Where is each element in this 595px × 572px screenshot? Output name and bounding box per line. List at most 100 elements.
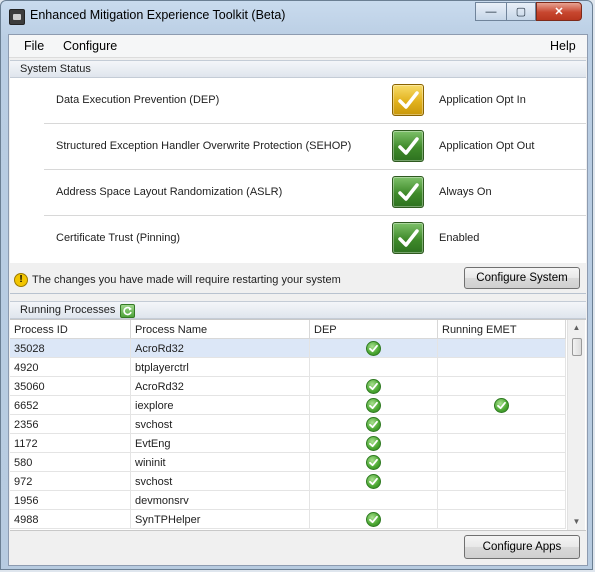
- feature-label: Address Space Layout Randomization (ASLR…: [56, 186, 283, 198]
- process-name-cell: devmonsrv: [131, 491, 310, 510]
- feature-label: Certificate Trust (Pinning): [56, 232, 181, 244]
- running-emet-cell: [438, 491, 566, 510]
- status-value: Enabled: [439, 232, 480, 244]
- process-id-cell: 4988: [10, 510, 131, 529]
- table-row[interactable]: 6652 iexplore: [10, 396, 566, 415]
- process-name-cell: SynTPHelper: [131, 510, 310, 529]
- check-icon[interactable]: [392, 84, 424, 116]
- column-header-dep[interactable]: DEP: [310, 320, 438, 339]
- minimize-button[interactable]: —: [475, 2, 507, 21]
- window-title: Enhanced Mitigation Experience Toolkit (…: [30, 8, 286, 22]
- running-emet-cell: [438, 415, 566, 434]
- process-id-cell: 35028: [10, 339, 131, 358]
- maximize-button[interactable]: ▢: [506, 2, 536, 21]
- process-table: Process ID Process Name DEP Running EMET…: [10, 319, 586, 531]
- scroll-up-arrow[interactable]: ▲: [568, 320, 585, 336]
- refresh-icon[interactable]: [120, 304, 135, 318]
- process-name-cell: btplayerctrl: [131, 358, 310, 377]
- menu-help[interactable]: Help: [550, 39, 576, 53]
- menu-configure[interactable]: Configure: [63, 39, 117, 53]
- process-name-cell: AcroRd32: [131, 339, 310, 358]
- dep-cell: [310, 434, 438, 453]
- feature-label: Structured Exception Handler Overwrite P…: [56, 140, 352, 152]
- process-id-cell: 1956: [10, 491, 131, 510]
- app-window: Enhanced Mitigation Experience Toolkit (…: [0, 0, 593, 570]
- process-id-cell: 972: [10, 472, 131, 491]
- running-emet-cell: [438, 358, 566, 377]
- status-value: Application Opt Out: [439, 140, 535, 152]
- status-value: Application Opt In: [439, 94, 526, 106]
- process-id-cell: 4920: [10, 358, 131, 377]
- status-row-dep: Data Execution Prevention (DEP) Applicat…: [44, 78, 586, 124]
- check-icon: [366, 436, 381, 451]
- running-emet-cell: [438, 510, 566, 529]
- status-value: Always On: [439, 186, 492, 198]
- table-row[interactable]: 35028 AcroRd32: [10, 339, 566, 358]
- status-row-pinning: Certificate Trust (Pinning) Enabled: [44, 216, 586, 262]
- running-processes-title: Running Processes: [20, 304, 116, 316]
- system-status-title: System Status: [20, 63, 91, 75]
- menu-bar: File Configure Help: [9, 35, 587, 58]
- scroll-thumb[interactable]: [572, 338, 582, 356]
- dep-cell: [310, 339, 438, 358]
- emet-app-icon[interactable]: [9, 9, 25, 25]
- table-row[interactable]: 4988 SynTPHelper: [10, 510, 566, 529]
- table-row[interactable]: 1956 devmonsrv: [10, 491, 566, 510]
- dep-cell: [310, 453, 438, 472]
- dep-cell: [310, 415, 438, 434]
- running-emet-cell: [438, 472, 566, 491]
- check-icon: [366, 474, 381, 489]
- check-icon: [366, 379, 381, 394]
- restart-notice: The changes you have made will require r…: [32, 274, 341, 286]
- system-status-panel: Data Execution Prevention (DEP) Applicat…: [10, 78, 586, 263]
- check-icon: [494, 398, 509, 413]
- dep-cell: [310, 358, 438, 377]
- close-button[interactable]: ✕: [536, 2, 582, 21]
- dep-cell: [310, 491, 438, 510]
- process-name-cell: svchost: [131, 472, 310, 491]
- table-row[interactable]: 1172 EvtEng: [10, 434, 566, 453]
- status-row-sehop: Structured Exception Handler Overwrite P…: [44, 124, 586, 170]
- configure-system-button[interactable]: Configure System: [464, 267, 580, 289]
- check-icon: [366, 341, 381, 356]
- process-name-cell: iexplore: [131, 396, 310, 415]
- feature-label: Data Execution Prevention (DEP): [56, 94, 220, 106]
- check-icon: [366, 512, 381, 527]
- table-row[interactable]: 35060 AcroRd32: [10, 377, 566, 396]
- process-name-cell: AcroRd32: [131, 377, 310, 396]
- dep-cell: [310, 377, 438, 396]
- check-icon[interactable]: [392, 130, 424, 162]
- status-row-aslr: Address Space Layout Randomization (ASLR…: [44, 170, 586, 216]
- check-icon: [366, 455, 381, 470]
- title-bar[interactable]: Enhanced Mitigation Experience Toolkit (…: [1, 1, 594, 31]
- table-row[interactable]: 972 svchost: [10, 472, 566, 491]
- running-emet-cell: [438, 453, 566, 472]
- process-name-cell: svchost: [131, 415, 310, 434]
- system-status-header: System Status: [10, 60, 586, 78]
- process-table-scrollbar[interactable]: ▲ ▼: [567, 320, 585, 530]
- menu-file[interactable]: File: [24, 39, 44, 53]
- check-icon[interactable]: [392, 222, 424, 254]
- configure-apps-button[interactable]: Configure Apps: [464, 535, 580, 559]
- table-row[interactable]: 4920 btplayerctrl: [10, 358, 566, 377]
- process-id-cell: 580: [10, 453, 131, 472]
- check-icon[interactable]: [392, 176, 424, 208]
- process-id-cell: 2356: [10, 415, 131, 434]
- running-emet-cell: [438, 396, 566, 415]
- client-area: File Configure Help System Status Data E…: [8, 34, 588, 566]
- dep-cell: [310, 510, 438, 529]
- running-processes-header: Running Processes: [10, 301, 586, 319]
- column-header-process-name[interactable]: Process Name: [131, 320, 310, 339]
- column-header-running-emet[interactable]: Running EMET: [438, 320, 566, 339]
- running-emet-cell: [438, 434, 566, 453]
- check-icon: [366, 398, 381, 413]
- process-id-cell: 6652: [10, 396, 131, 415]
- table-row[interactable]: 2356 svchost: [10, 415, 566, 434]
- scroll-down-arrow[interactable]: ▼: [568, 514, 585, 530]
- column-header-process-id[interactable]: Process ID: [10, 320, 131, 339]
- table-row[interactable]: 580 wininit: [10, 453, 566, 472]
- running-emet-cell: [438, 377, 566, 396]
- restart-notice-bar: ! The changes you have made will require…: [10, 263, 586, 294]
- dep-cell: [310, 396, 438, 415]
- process-id-cell: 1172: [10, 434, 131, 453]
